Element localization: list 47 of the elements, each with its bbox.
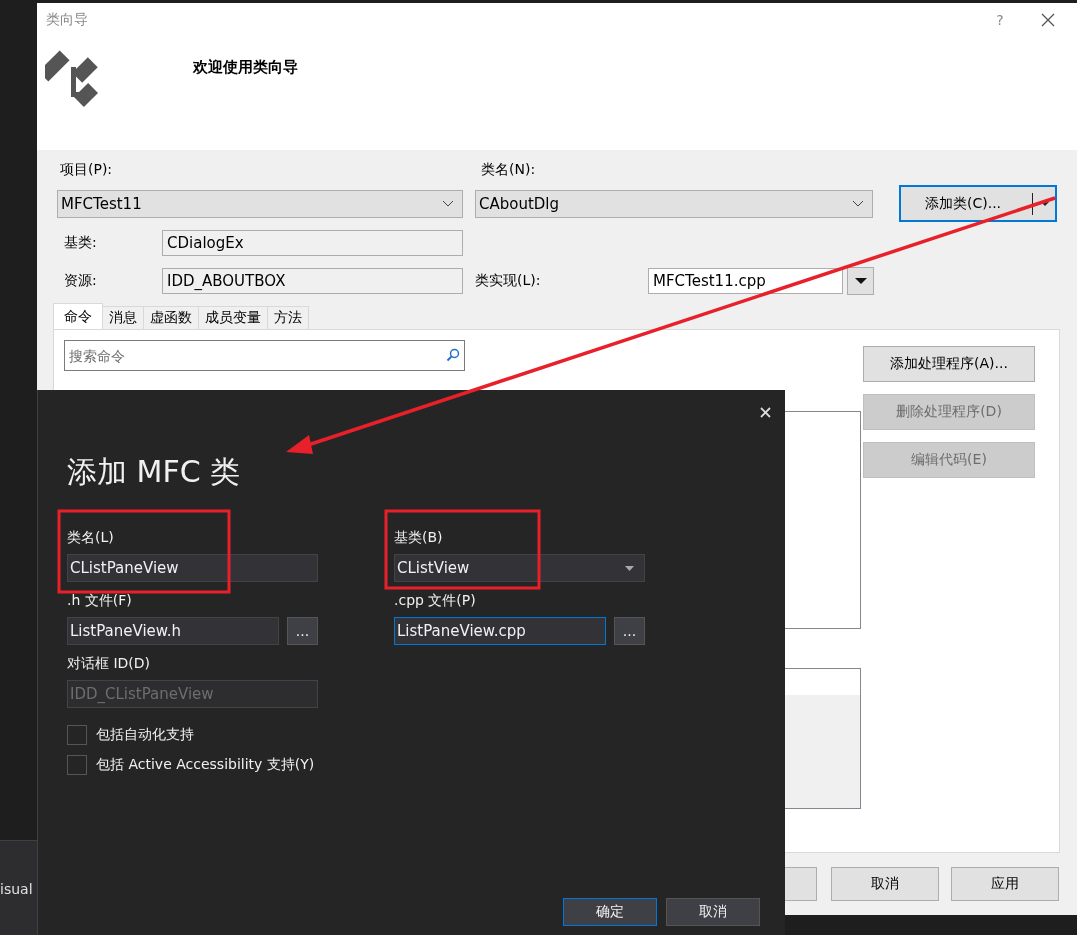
field-label: 基类(B) [394, 528, 444, 546]
field-label: 资源: [63, 272, 98, 290]
caret-icon [1041, 201, 1049, 206]
field-label: 基类: [63, 234, 98, 252]
checkbox[interactable] [67, 725, 87, 745]
class-name-dropdown[interactable]: CAboutDlg [475, 189, 873, 218]
search-icon [446, 348, 460, 362]
resource-field: IDD_ABOUTBOX [162, 268, 463, 294]
dialog-button[interactable]: 确定 [563, 898, 657, 926]
field-label: 项目(P): [60, 161, 114, 179]
checkbox-label: 包括 Active Accessibility 支持(Y) [96, 756, 315, 774]
dialog-button[interactable]: 取消 [666, 898, 760, 926]
base-class-field: CDialogEx [162, 230, 463, 256]
window-title: 类向导 [46, 11, 89, 29]
caret-icon [625, 565, 634, 571]
field-label: 类实现(L): [475, 272, 542, 290]
footer-button[interactable]: 应用 [951, 867, 1059, 901]
action-button[interactable]: 添加处理程序(A)... [863, 346, 1035, 382]
class-impl-field[interactable]: MFCTest11.cpp [648, 268, 843, 294]
checkbox-label: 包括自动化支持 [96, 726, 194, 744]
input-field[interactable]: ListPaneView.cpp [394, 617, 606, 645]
field-label: 类名(L) [67, 528, 115, 546]
input-field[interactable]: ListPaneView.h [67, 617, 279, 645]
dropdown-button[interactable] [847, 267, 874, 295]
dropdown-field[interactable]: CListView [394, 554, 645, 582]
chevron-icon [442, 200, 454, 207]
project-dropdown[interactable]: MFCTest11 [57, 189, 463, 218]
help-button[interactable]: ? [985, 12, 1015, 28]
tab[interactable]: 命令 [53, 303, 103, 329]
checkbox[interactable] [67, 755, 87, 775]
search-field[interactable]: 搜索命令 [64, 340, 465, 371]
close-icon[interactable] [1041, 13, 1055, 27]
chevron-icon [852, 200, 864, 207]
browse-button[interactable]: ... [614, 617, 645, 645]
browse-button[interactable]: ... [287, 617, 318, 645]
input-field[interactable]: CListPaneView [67, 554, 318, 582]
wizard-heading: 欢迎使用类向导 [193, 57, 298, 77]
dialog-title: 添加 MFC 类 [67, 453, 242, 491]
add-class-button[interactable]: 添加类(C)... [899, 185, 1057, 222]
field-label: 对话框 ID(D) [67, 654, 152, 672]
footer-button[interactable]: 取消 [831, 867, 939, 901]
field-label: .cpp 文件(P) [394, 591, 477, 609]
caret-icon [854, 278, 867, 284]
ide-text: isual [0, 881, 33, 897]
field-label: 类名(N): [481, 161, 536, 179]
field-label: .h 文件(F) [67, 591, 133, 609]
tab[interactable]: 方法 [267, 306, 309, 329]
